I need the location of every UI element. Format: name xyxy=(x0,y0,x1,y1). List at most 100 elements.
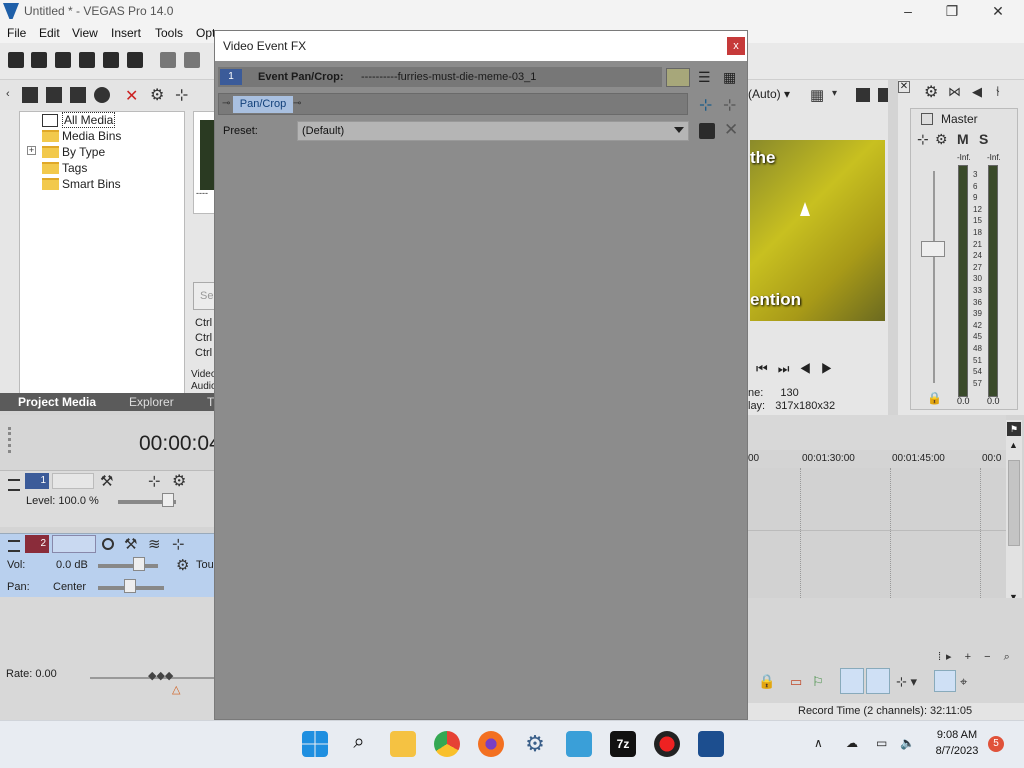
tree-item-by-type[interactable]: By Type xyxy=(42,144,105,160)
scroll-up-icon[interactable]: ▲ xyxy=(1009,440,1018,450)
tree-item-media-bins[interactable]: Media Bins xyxy=(42,128,121,144)
clock-time[interactable]: 9:08 AM xyxy=(930,729,984,741)
auto-ripple-button[interactable] xyxy=(866,668,890,694)
collapse-icon[interactable] xyxy=(8,540,20,552)
mute-button[interactable]: M xyxy=(957,131,969,147)
speaker-icon[interactable]: ◀ xyxy=(972,84,982,100)
properties-icon[interactable] xyxy=(127,52,143,68)
expand-icon[interactable]: + xyxy=(27,146,36,155)
volume-slider-knob[interactable] xyxy=(133,557,145,571)
scroll-thumb[interactable] xyxy=(1008,460,1020,546)
invert-phase-icon[interactable]: ≋ xyxy=(148,535,161,553)
get-media-icon[interactable] xyxy=(70,87,86,103)
menu-tools[interactable]: Tools xyxy=(155,26,183,40)
channel-icon[interactable]: ⊹ xyxy=(172,535,185,553)
gear-icon[interactable]: ⚙ xyxy=(150,85,164,105)
marker-icon[interactable]: ▭ xyxy=(790,674,802,690)
close-window-button[interactable]: ✕ xyxy=(988,3,1008,20)
overlays-grid-icon[interactable]: ▦ xyxy=(810,86,824,104)
copy-icon[interactable] xyxy=(184,52,200,68)
tree-item-smart-bins[interactable]: Smart Bins xyxy=(42,176,121,192)
notification-badge[interactable]: 5 xyxy=(988,736,1004,752)
tree-item-tags[interactable]: Tags xyxy=(42,160,87,176)
edit-tool-icon[interactable]: ⊹ ▾ xyxy=(896,674,917,690)
network-icon[interactable]: ▭ xyxy=(876,736,887,750)
next-frame-icon[interactable]: ⏭ xyxy=(778,361,800,376)
maximize-button[interactable]: ❐ xyxy=(942,3,962,20)
save-icon[interactable] xyxy=(55,52,71,68)
track-name-field[interactable] xyxy=(52,473,94,489)
track-name-field[interactable] xyxy=(52,535,96,553)
preview-quality[interactable]: (Auto) ▾ xyxy=(748,87,790,101)
delete-preset-icon[interactable]: ✕ xyxy=(724,120,738,140)
automation-mode[interactable]: Tou xyxy=(196,559,214,571)
tab-explorer[interactable]: Explorer xyxy=(129,395,174,409)
master-settings-icon[interactable]: ⚙ xyxy=(935,131,948,148)
composite-icon[interactable]: ⊹ xyxy=(148,472,161,490)
volume-slider[interactable] xyxy=(98,564,158,568)
track-gear-icon[interactable]: ⚙ xyxy=(172,471,186,491)
copy-snapshot-icon[interactable] xyxy=(856,88,870,102)
solo-button[interactable]: S xyxy=(979,131,988,147)
normal-edit-icon[interactable]: ⌖ xyxy=(960,674,967,690)
snapping-button[interactable] xyxy=(840,668,864,694)
obs-icon[interactable] xyxy=(654,731,680,757)
volume-icon[interactable]: 🔈 xyxy=(900,736,915,750)
pan-slider-knob[interactable] xyxy=(124,579,136,593)
view-grid-icon[interactable]: ▦ xyxy=(723,69,736,86)
capture-icon[interactable] xyxy=(46,87,62,103)
region-icon[interactable]: ⚐ xyxy=(812,674,824,690)
media-search-box[interactable]: Se xyxy=(193,282,216,310)
new-project-icon[interactable] xyxy=(8,52,24,68)
split-icon[interactable]: ⊹ xyxy=(175,85,188,105)
plugin-chain-icon[interactable]: ⊹ xyxy=(699,95,712,115)
save-snapshot-icon[interactable] xyxy=(878,88,888,102)
drag-handle[interactable] xyxy=(8,427,11,453)
plugin-pan-crop[interactable]: Pan/Crop xyxy=(233,96,293,113)
menu-insert[interactable]: Insert xyxy=(111,26,141,40)
preset-dropdown[interactable]: (Default) xyxy=(297,121,689,141)
lock-envelopes-icon[interactable]: 🔒 xyxy=(758,673,775,690)
prev-frame-icon[interactable]: ⏮ xyxy=(756,361,778,376)
remove-plugin-icon[interactable]: ⊹ xyxy=(723,95,736,115)
menu-file[interactable]: File xyxy=(7,26,26,40)
step-back-icon[interactable]: ◀ xyxy=(799,361,821,376)
dialog-title-bar[interactable]: Video Event FX x xyxy=(215,31,747,61)
audio-track-header[interactable]: 2 ⚒ ≋ ⊹ Vol: 0.0 dB ⚙ Tou Pan: Center xyxy=(0,533,216,597)
import-media-icon[interactable] xyxy=(22,87,38,103)
automation-gear-icon[interactable]: ⚙ xyxy=(176,556,189,574)
record-arm-icon[interactable] xyxy=(102,538,114,550)
open-icon[interactable] xyxy=(31,52,47,68)
save-preset-icon[interactable] xyxy=(699,123,715,139)
file-explorer-icon[interactable] xyxy=(390,731,416,757)
step-forward-icon[interactable]: ▶ xyxy=(821,361,843,376)
chevron-down-icon[interactable]: ▾ xyxy=(832,88,837,99)
menu-edit[interactable]: Edit xyxy=(39,26,60,40)
master-fader[interactable] xyxy=(921,241,945,257)
meters-icon[interactable]: ⫮ xyxy=(996,83,1000,100)
close-panel-icon[interactable]: ✕ xyxy=(898,81,910,93)
chrome-icon[interactable] xyxy=(434,731,460,757)
7zip-icon[interactable]: 7z xyxy=(610,731,636,757)
marker-flag-icon[interactable]: ⚑ xyxy=(1007,422,1021,436)
master-gear-icon[interactable]: ⚙ xyxy=(924,82,938,102)
tree-item-all-media[interactable]: All Media xyxy=(42,112,116,128)
timeline-tracks[interactable] xyxy=(748,468,1006,598)
cloud-icon[interactable]: ☁ xyxy=(846,736,858,750)
settings-icon[interactable]: ⚙ xyxy=(522,731,548,757)
chevron-left-icon[interactable]: ‹ xyxy=(6,88,14,100)
master-fx-icon[interactable]: ⊹ xyxy=(917,131,929,148)
fx-icon[interactable]: ⚒ xyxy=(124,535,137,553)
dialog-close-button[interactable]: x xyxy=(727,37,745,55)
remove-icon[interactable]: ✕ xyxy=(125,86,138,106)
vegas-taskbar-icon[interactable] xyxy=(698,731,724,757)
tab-project-media[interactable]: Project Media xyxy=(18,395,96,409)
collapse-icon[interactable] xyxy=(8,479,20,491)
rate-slider-knob[interactable]: ◆◆◆ xyxy=(148,669,173,682)
menu-options[interactable]: Opt xyxy=(196,26,215,40)
render-icon[interactable] xyxy=(103,52,119,68)
view-list-button[interactable] xyxy=(666,68,690,87)
lock-icon[interactable]: 🔒 xyxy=(927,391,942,405)
level-slider-knob[interactable] xyxy=(162,493,174,507)
cut-icon[interactable] xyxy=(160,52,176,68)
